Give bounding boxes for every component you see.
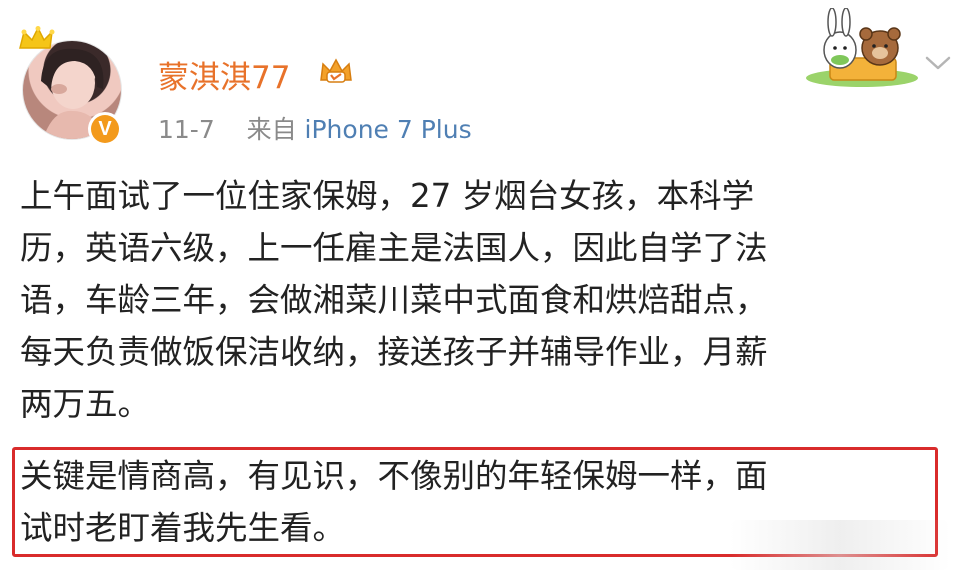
weibo-post: V 蒙淇淇77 11-7 来自 iPhone 7 Plus 上午面试了一位住家保… xyxy=(0,0,960,577)
post-meta: 11-7 来自 iPhone 7 Plus xyxy=(158,110,472,146)
bunny-bear-sticker xyxy=(806,8,918,87)
device-link[interactable]: iPhone 7 Plus xyxy=(305,115,472,144)
vip-crown-badge-icon[interactable] xyxy=(318,56,354,86)
crown-icon xyxy=(19,26,55,49)
verified-v-icon: V xyxy=(88,112,122,146)
body-line: 历，英语六级，上一任雇主是法国人，因此自学了法 xyxy=(20,229,768,267)
body-line: 上午面试了一位住家保姆，27 岁烟台女孩，本科学 xyxy=(20,177,755,215)
source-prefix: 来自 xyxy=(246,115,297,144)
post-body: 上午面试了一位住家保姆，27 岁烟台女孩，本科学 历，英语六级，上一任雇主是法国… xyxy=(20,170,930,430)
body-line: 两万五。 xyxy=(20,385,151,423)
body-line: 语，车龄三年，会做湘菜川菜中式面食和烘焙甜点， xyxy=(20,281,768,319)
watermark xyxy=(730,520,950,570)
body-line: 每天负责做饭保洁收纳，接送孩子并辅导作业，月薪 xyxy=(20,333,768,371)
verified-letter: V xyxy=(91,115,119,143)
chevron-down-icon[interactable] xyxy=(923,52,953,74)
highlight-line: 关键是情商高，有见识，不像别的年轻保姆一样，面 xyxy=(20,457,768,495)
username[interactable]: 蒙淇淇77 xyxy=(158,52,290,97)
avatar-container[interactable]: V xyxy=(18,26,128,148)
post-date: 11-7 xyxy=(158,115,215,144)
